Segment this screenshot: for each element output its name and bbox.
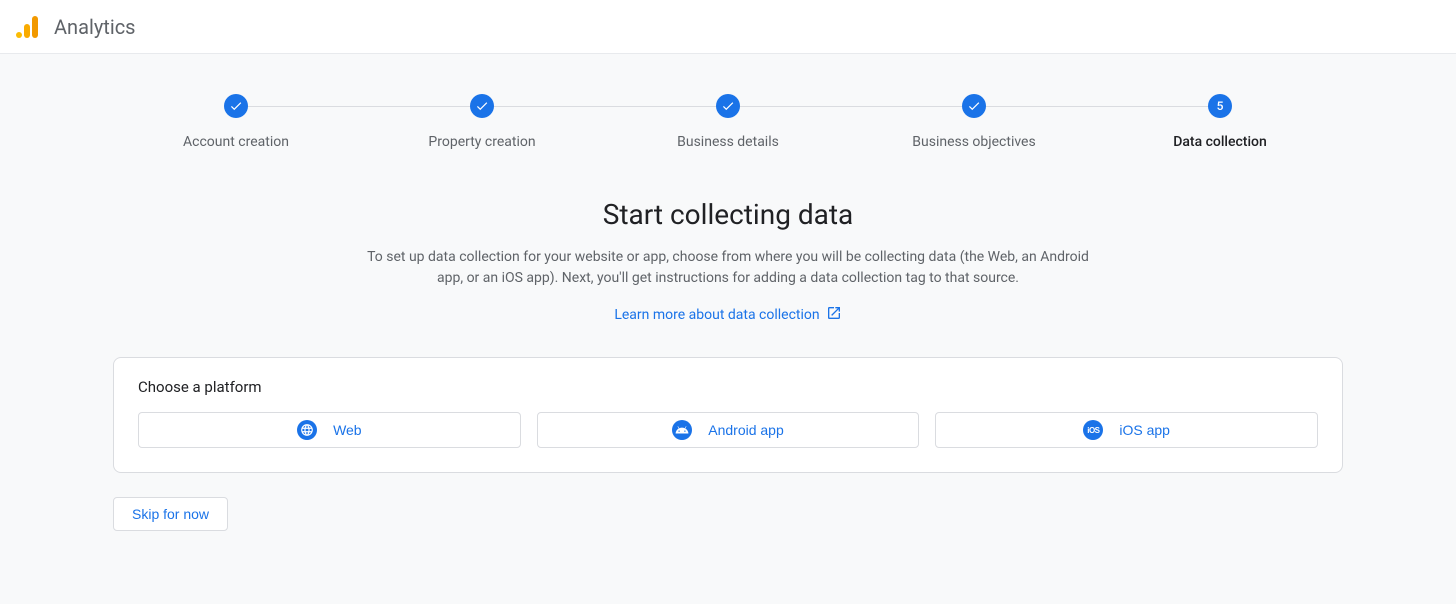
- page-description: To set up data collection for your websi…: [358, 247, 1098, 289]
- check-icon: [470, 94, 494, 118]
- ios-icon: iOS: [1083, 420, 1103, 440]
- card-title: Choose a platform: [138, 378, 1318, 396]
- platform-label: iOS app: [1119, 422, 1170, 438]
- app-header: Analytics: [0, 0, 1456, 54]
- step-label: Business objectives: [912, 134, 1035, 150]
- platform-label: Web: [333, 422, 362, 438]
- platform-card: Choose a platform Web Android app iOS iO…: [113, 357, 1343, 473]
- step-label: Property creation: [428, 134, 535, 150]
- platform-android-button[interactable]: Android app: [537, 412, 920, 448]
- check-icon: [716, 94, 740, 118]
- web-icon: [297, 420, 317, 440]
- step-number-badge: 5: [1208, 94, 1232, 118]
- skip-button[interactable]: Skip for now: [113, 497, 228, 531]
- android-icon: [672, 420, 692, 440]
- platform-web-button[interactable]: Web: [138, 412, 521, 448]
- platform-ios-button[interactable]: iOS iOS app: [935, 412, 1318, 448]
- platform-label: Android app: [708, 422, 784, 438]
- analytics-logo-icon: [16, 16, 38, 38]
- app-title: Analytics: [54, 15, 136, 39]
- page-title: Start collecting data: [0, 198, 1456, 231]
- learn-more-text: Learn more about data collection: [614, 307, 819, 323]
- step-label: Data collection: [1173, 134, 1267, 150]
- step-property-creation: Property creation: [359, 94, 605, 150]
- step-label: Account creation: [183, 134, 289, 150]
- stepper: Account creation Property creation Busin…: [113, 94, 1343, 150]
- step-label: Business details: [677, 134, 779, 150]
- step-business-objectives: Business objectives: [851, 94, 1097, 150]
- step-data-collection: 5 Data collection: [1097, 94, 1343, 150]
- step-business-details: Business details: [605, 94, 851, 150]
- check-icon: [962, 94, 986, 118]
- step-account-creation: Account creation: [113, 94, 359, 150]
- open-in-new-icon: [826, 305, 842, 325]
- learn-more-link[interactable]: Learn more about data collection: [0, 305, 1456, 325]
- check-icon: [224, 94, 248, 118]
